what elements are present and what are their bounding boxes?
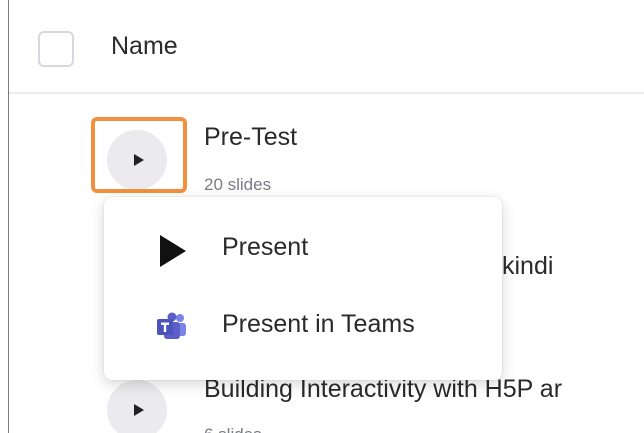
teams-icon xyxy=(157,312,186,339)
menu-item-label: Present xyxy=(222,233,309,261)
menu-item-present[interactable]: Present xyxy=(104,215,502,285)
item-title: kindi xyxy=(502,252,554,280)
select-all-checkbox[interactable] xyxy=(38,31,74,67)
menu-item-present-in-teams[interactable]: Present in Teams xyxy=(104,292,502,362)
play-icon xyxy=(133,404,144,416)
menu-item-label: Present in Teams xyxy=(222,310,415,338)
item-subtitle: 6 slides xyxy=(204,425,262,433)
present-menu: Present Present in Teams xyxy=(104,197,502,380)
item-title: Pre-Test xyxy=(204,123,298,151)
play-icon xyxy=(160,235,186,267)
play-button[interactable] xyxy=(107,380,167,433)
play-button-highlight xyxy=(91,117,187,193)
name-column-header[interactable]: Name xyxy=(111,32,178,61)
table-header: Name xyxy=(9,0,644,94)
item-subtitle: 20 slides xyxy=(204,175,272,194)
